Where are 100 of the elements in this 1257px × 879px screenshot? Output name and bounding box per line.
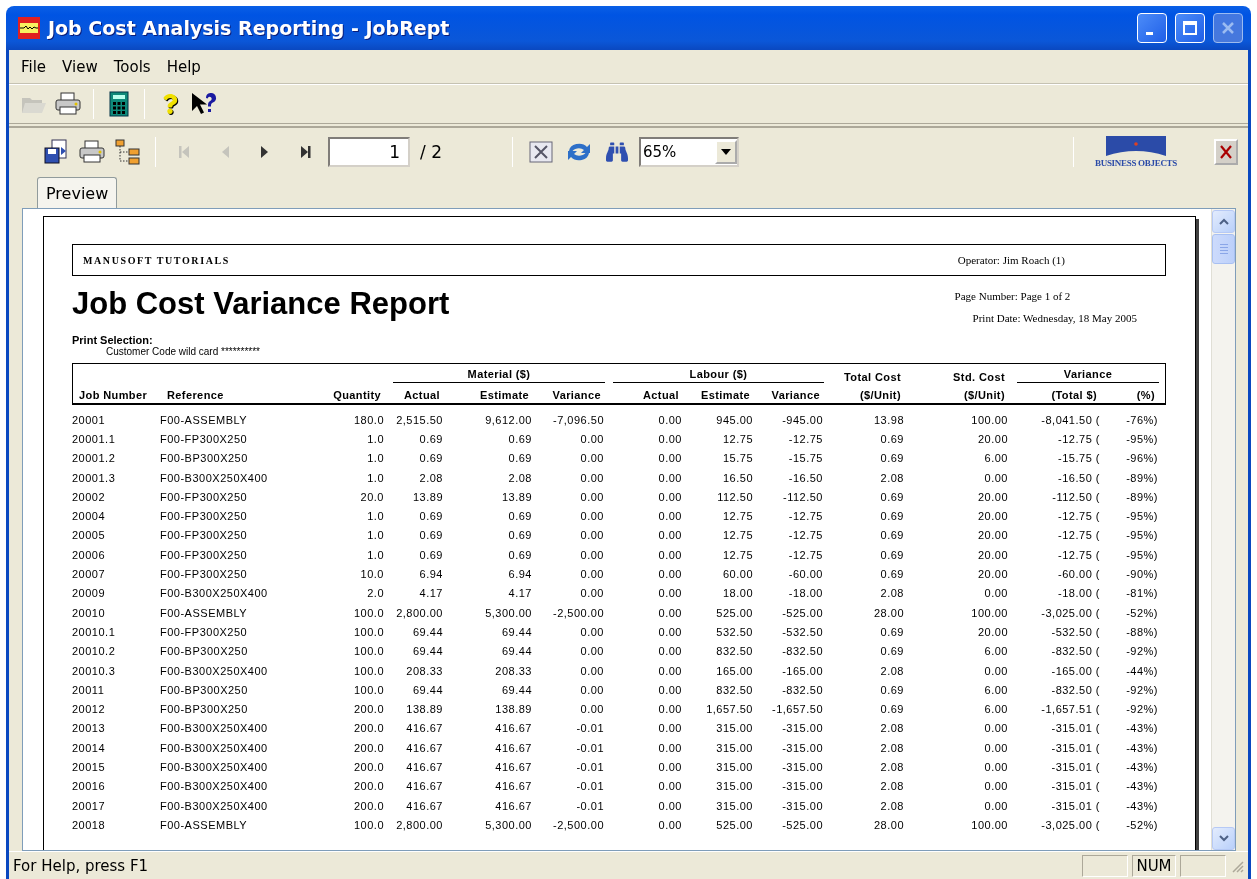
- table-cell-text: 416.67: [405, 722, 444, 735]
- table-cell-text: -12.75: [787, 548, 824, 561]
- maximize-icon: [1182, 20, 1198, 36]
- table-cell-text: 20007: [72, 568, 107, 580]
- table-cell-text: 20.00: [976, 625, 1009, 638]
- calculator-icon: [109, 91, 129, 117]
- page-number: Page Number: Page 1 of 2: [954, 290, 1071, 302]
- table-cell-text: 20014: [72, 741, 107, 754]
- table-cell-text: F00-FP300X250: [160, 529, 249, 542]
- table-cell-text: 138.89: [405, 703, 444, 716]
- close-report-button[interactable]: [1214, 139, 1238, 165]
- print-selection-label: Print Selection:: [72, 334, 154, 346]
- table-cell-text: 0.00: [657, 568, 683, 580]
- table-cell-text: 2.08: [879, 587, 905, 600]
- table-cell-text: 20017: [72, 799, 107, 812]
- table-cell-text: 20.00: [976, 510, 1009, 523]
- table-cell-text: -12.75: [787, 510, 824, 523]
- table-cell-text: 0.00: [579, 510, 605, 523]
- menu-item[interactable]: View: [54, 57, 106, 76]
- table-cell-text: 2,800.00: [395, 818, 444, 831]
- group-header: Variance: [1017, 368, 1159, 383]
- table-cell-text: -832.50: [781, 683, 824, 696]
- table-cell-text: 20004: [72, 510, 107, 523]
- table-cell-text: 2,800.00: [395, 606, 444, 619]
- table-cell-text: -15.75: [787, 452, 824, 465]
- table-cell-text: 0.00: [657, 780, 683, 793]
- scroll-thumb[interactable]: [1212, 234, 1235, 264]
- table-cell-text: 0.69: [879, 452, 905, 465]
- menu-item[interactable]: Tools: [105, 57, 159, 76]
- table-cell-text: 20001.2: [72, 452, 117, 465]
- scroll-down-button[interactable]: [1212, 827, 1235, 850]
- table-cell-text: 200.0: [352, 741, 385, 754]
- table-cell-text: 12.75: [721, 529, 754, 542]
- table-cell-text: -0.01: [575, 722, 605, 735]
- menu-item[interactable]: File: [13, 57, 55, 76]
- table-cell-text: F00-FP300X250: [160, 432, 249, 445]
- table-cell-text: 0.00: [579, 664, 605, 677]
- table-cell-text: 2.08: [879, 471, 905, 484]
- table-cell-text: 0.00: [657, 818, 683, 831]
- table-cell-text: -43%): [1125, 761, 1159, 773]
- table-cell-text: 100.0: [352, 683, 385, 696]
- table-cell-text: -532.50: [781, 625, 824, 638]
- table-cell-text: 0.69: [507, 452, 533, 465]
- table-cell-text: 5,300.00: [484, 818, 533, 831]
- page-field[interactable]: 1: [328, 137, 410, 167]
- table-cell-text: 6.00: [983, 452, 1009, 465]
- table-cell-text: 0.00: [579, 568, 605, 580]
- table-cell-text: -315.01 (: [1050, 761, 1101, 773]
- table-cell-text: 200.0: [352, 703, 385, 716]
- minimize-button[interactable]: [1137, 13, 1167, 43]
- table-cell-text: 1.0: [366, 432, 385, 445]
- zoom-dropdown[interactable]: 65%: [638, 137, 739, 167]
- table-cell-text: 0.69: [879, 703, 905, 716]
- table-cell-text: F00-FP300X250: [160, 548, 249, 561]
- table-cell-text: -92%): [1125, 683, 1159, 696]
- table-cell-text: -12.75 (: [1057, 510, 1101, 523]
- table-cell-text: 0.00: [983, 761, 1009, 773]
- table-cell-text: F00-FP300X250: [160, 490, 249, 503]
- scroll-up-button[interactable]: [1212, 210, 1235, 233]
- caret-icon: [720, 149, 731, 155]
- group-tree-button[interactable]: [113, 137, 143, 167]
- table-cell-text: 13.89: [411, 490, 444, 503]
- maximize-button[interactable]: [1175, 13, 1205, 43]
- table-cell-text: 20.00: [976, 529, 1009, 542]
- table-cell-text: 1.0: [366, 548, 385, 561]
- table-cell-text: 0.00: [657, 722, 683, 735]
- table-cell-text: 69.44: [411, 683, 444, 696]
- table-cell-text: 0.69: [418, 510, 444, 523]
- table-cell-text: -525.00: [781, 818, 824, 831]
- preview-tab[interactable]: Preview: [37, 177, 118, 208]
- table-cell-text: -525.00: [781, 606, 824, 619]
- num-lock-indicator: NUM: [1132, 854, 1176, 877]
- table-cell-text: -89%): [1125, 471, 1159, 484]
- menu-item[interactable]: Help: [158, 57, 209, 76]
- chevron-up-icon: [1218, 218, 1229, 225]
- table-cell-text: 0.00: [983, 587, 1009, 600]
- table-cell-text: -7,096.50: [552, 413, 605, 426]
- table-cell-text: 4.17: [418, 587, 444, 600]
- table-cell-text: 20010.1: [72, 625, 117, 638]
- table-cell-text: 0.00: [579, 471, 605, 484]
- table-cell-text: -43%): [1125, 741, 1159, 754]
- table-cell-text: 20001.3: [72, 471, 117, 484]
- table-cell-text: -0.01: [575, 780, 605, 793]
- column-header: ($/Unit): [858, 389, 902, 401]
- table-cell-text: 0.69: [879, 548, 905, 561]
- table-cell-text: -52%): [1125, 606, 1159, 619]
- table-cell-text: 832.50: [715, 683, 754, 696]
- table-cell-text: -43%): [1125, 722, 1159, 735]
- table-cell-text: F00-BP300X250: [160, 703, 249, 716]
- table-cell-text: 200.0: [352, 722, 385, 735]
- table-cell-text: 12.75: [721, 548, 754, 561]
- table-cell-text: 0.69: [879, 645, 905, 658]
- table-cell-text: 1.0: [366, 471, 385, 484]
- table-cell-text: -315.01 (: [1050, 799, 1101, 812]
- table-cell-text: 0.00: [579, 548, 605, 561]
- table-cell-text: -96%): [1125, 452, 1159, 465]
- table-cell-text: 6.94: [507, 568, 533, 580]
- table-cell-text: 832.50: [715, 645, 754, 658]
- table-cell-text: 0.69: [879, 529, 905, 542]
- tree-icon: [115, 139, 141, 165]
